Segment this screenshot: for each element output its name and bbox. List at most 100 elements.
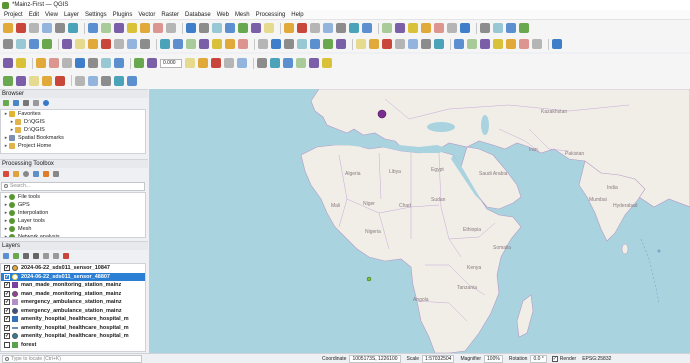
- add-layer-icon[interactable]: [3, 100, 9, 106]
- tool-button-icon[interactable]: [552, 39, 562, 49]
- layer-item[interactable]: ✓ 2024-06-22_sds011_sensor_48807: [1, 272, 145, 281]
- menu-help[interactable]: Help: [291, 12, 303, 18]
- tool-button-icon[interactable]: [296, 58, 306, 68]
- render-checkbox[interactable]: ✓: [551, 355, 558, 362]
- tool-button-icon[interactable]: [257, 58, 267, 68]
- tool-button-icon[interactable]: [186, 39, 196, 49]
- tool-button-icon[interactable]: [434, 39, 444, 49]
- tool-button-icon[interactable]: [199, 23, 209, 33]
- layer-visibility-checkbox[interactable]: ✓: [4, 273, 10, 280]
- tool-button-icon[interactable]: [225, 39, 235, 49]
- tool-button-icon[interactable]: [127, 75, 137, 86]
- menu-mesh[interactable]: Mesh: [235, 12, 250, 18]
- browser-item[interactable]: ▸ D:\QGIS: [1, 118, 145, 126]
- tool-button-icon[interactable]: [147, 58, 157, 68]
- tool-button-icon[interactable]: [408, 23, 418, 33]
- tool-button-icon[interactable]: [42, 23, 52, 33]
- tool-button-icon[interactable]: [36, 58, 46, 68]
- browser-item[interactable]: ▸ Project Home: [1, 142, 145, 150]
- layer-item[interactable]: ✓ amenity_hospital_healthcare_hospital_m: [1, 324, 145, 333]
- tool-button-icon[interactable]: [284, 39, 294, 49]
- layer-visibility-checkbox[interactable]: [4, 341, 10, 348]
- magnifier-field[interactable]: 100%: [484, 354, 503, 363]
- tool-button-icon[interactable]: [310, 39, 320, 49]
- scripts-icon[interactable]: [13, 171, 19, 177]
- tool-button-icon[interactable]: [447, 23, 457, 33]
- menu-layer[interactable]: Layer: [64, 12, 79, 18]
- layer-item[interactable]: ✓ man_made_monitoring_station_mainz: [1, 290, 145, 299]
- tool-button-icon[interactable]: [493, 39, 503, 49]
- tool-button-icon[interactable]: [16, 75, 26, 86]
- tool-button-icon[interactable]: [297, 23, 307, 33]
- layer-visibility-checkbox[interactable]: ✓: [4, 282, 10, 289]
- tool-button-icon[interactable]: [55, 75, 65, 86]
- tool-button-icon[interactable]: [238, 23, 248, 33]
- tool-button-icon[interactable]: [134, 58, 144, 68]
- mainz-station-marker[interactable]: [377, 109, 387, 119]
- tool-button-icon[interactable]: [140, 39, 150, 49]
- edit-features-icon[interactable]: [43, 171, 49, 177]
- menu-processing[interactable]: Processing: [256, 12, 286, 18]
- layer-item[interactable]: ✓ amenity_hospital_healthcare_hospital_m: [1, 332, 145, 341]
- tool-button-icon[interactable]: [101, 58, 111, 68]
- layer-item[interactable]: ✓ emergency_ambulance_station_mainz: [1, 307, 145, 316]
- settings-icon[interactable]: [53, 171, 59, 177]
- tool-button-icon[interactable]: [506, 23, 516, 33]
- processing-search-input[interactable]: Search...: [1, 182, 145, 191]
- scale-field[interactable]: 1:57032504: [422, 354, 455, 363]
- tool-button-icon[interactable]: [29, 23, 39, 33]
- layer-visibility-checkbox[interactable]: ✓: [4, 307, 10, 314]
- map-canvas[interactable]: Algeria Libya Egypt Mali Niger Chad Suda…: [149, 89, 690, 353]
- tool-button-icon[interactable]: [127, 23, 137, 33]
- tool-button-icon[interactable]: [382, 39, 392, 49]
- tool-button-icon[interactable]: [408, 39, 418, 49]
- tool-button-icon[interactable]: [283, 58, 293, 68]
- expand-all-icon[interactable]: [43, 253, 49, 259]
- tool-button-icon[interactable]: [42, 39, 52, 49]
- tool-button-icon[interactable]: [3, 39, 13, 49]
- rotation-input[interactable]: 0.000: [160, 58, 182, 68]
- tool-button-icon[interactable]: [297, 39, 307, 49]
- locator-input[interactable]: Type to locate (Ctrl+K): [2, 354, 142, 363]
- menu-web[interactable]: Web: [217, 12, 229, 18]
- coordinate-field[interactable]: 1005173S, 1226100: [349, 354, 401, 363]
- tool-button-icon[interactable]: [88, 39, 98, 49]
- tool-button-icon[interactable]: [532, 39, 542, 49]
- layer-visibility-checkbox[interactable]: ✓: [4, 299, 10, 306]
- tool-button-icon[interactable]: [284, 23, 294, 33]
- tool-button-icon[interactable]: [434, 23, 444, 33]
- filter-icon[interactable]: [23, 100, 29, 106]
- tool-button-icon[interactable]: [421, 39, 431, 49]
- processing-item[interactable]: ▸ File tools: [1, 193, 145, 201]
- menu-vector[interactable]: Vector: [138, 12, 155, 18]
- tool-button-icon[interactable]: [68, 23, 78, 33]
- layer-item[interactable]: forest: [1, 341, 145, 350]
- tool-button-icon[interactable]: [238, 39, 248, 49]
- tool-button-icon[interactable]: [101, 39, 111, 49]
- crs-button[interactable]: EPSG:25832: [582, 356, 611, 362]
- history-icon[interactable]: [23, 171, 29, 177]
- tool-button-icon[interactable]: [251, 23, 261, 33]
- layer-item[interactable]: ✓ 2024-06-22_sds011_sensor_10847: [1, 264, 145, 273]
- tool-button-icon[interactable]: [62, 39, 72, 49]
- tool-button-icon[interactable]: [16, 39, 26, 49]
- tool-button-icon[interactable]: [336, 39, 346, 49]
- map-svg[interactable]: Algeria Libya Egypt Mali Niger Chad Suda…: [149, 89, 690, 353]
- tool-button-icon[interactable]: [323, 39, 333, 49]
- tool-button-icon[interactable]: [3, 23, 13, 33]
- tool-button-icon[interactable]: [480, 23, 490, 33]
- tool-button-icon[interactable]: [309, 58, 319, 68]
- tool-button-icon[interactable]: [519, 23, 529, 33]
- tool-button-icon[interactable]: [127, 39, 137, 49]
- tool-button-icon[interactable]: [114, 75, 124, 86]
- tool-button-icon[interactable]: [258, 39, 268, 49]
- tool-button-icon[interactable]: [212, 39, 222, 49]
- tool-button-icon[interactable]: [395, 39, 405, 49]
- processing-item[interactable]: ▸ GPS: [1, 201, 145, 209]
- tool-button-icon[interactable]: [88, 58, 98, 68]
- tool-button-icon[interactable]: [211, 58, 221, 68]
- processing-item[interactable]: ▸ Layer tools: [1, 217, 145, 225]
- tool-button-icon[interactable]: [88, 23, 98, 33]
- layer-item[interactable]: ✓ man_made_monitoring_station_mainz: [1, 281, 145, 290]
- tool-button-icon[interactable]: [467, 39, 477, 49]
